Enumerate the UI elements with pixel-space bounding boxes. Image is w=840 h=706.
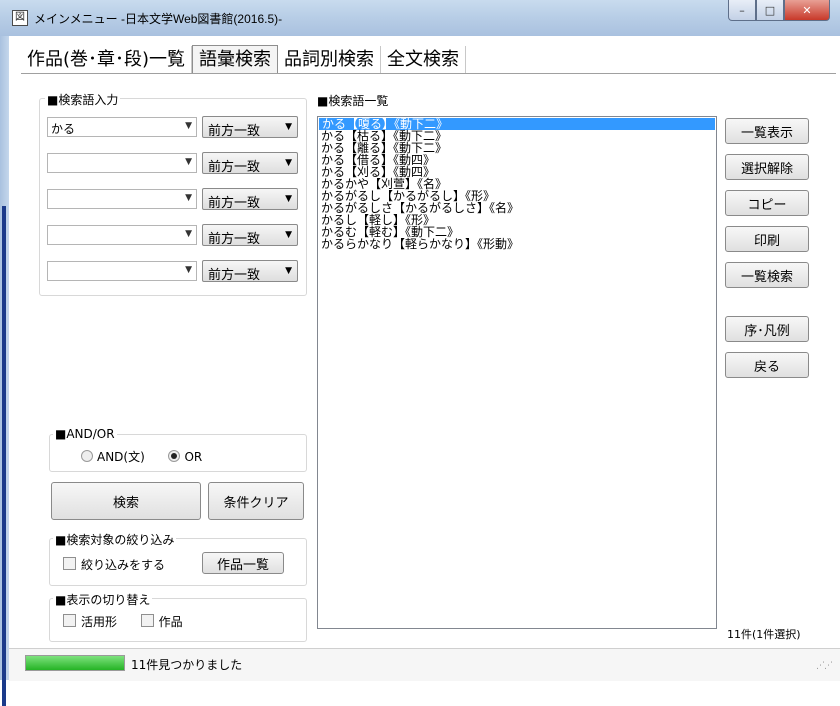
chevron-down-icon: ▼: [285, 122, 292, 132]
clear-conditions-button[interactable]: 条件クリア: [208, 482, 304, 520]
search-term-input-4[interactable]: ▼: [47, 225, 197, 245]
client-area: 作品(巻･章･段)一覧 語彙検索 品詞別検索 全文検索 ■検索語入力 かる ▼ …: [9, 36, 840, 680]
filter-checkbox[interactable]: 絞り込みをする: [63, 556, 165, 573]
title-bar: 図 メインメニュー -日本文学Web図書館(2016.5)- – □ ✕: [0, 0, 840, 37]
checkbox-icon[interactable]: [140, 614, 154, 627]
resize-grip-icon[interactable]: ⋰⋰: [816, 661, 833, 671]
andor-options: AND(文) OR: [81, 448, 202, 465]
radio-or[interactable]: OR: [168, 450, 202, 464]
tab-vocabulary-search[interactable]: 語彙検索: [192, 45, 279, 74]
match-mode-select-5[interactable]: 前方一致 ▼: [202, 260, 298, 283]
search-term-input-3[interactable]: ▼: [47, 189, 197, 209]
status-bar: 11件見つかりました ⋰⋰: [9, 648, 840, 681]
minimize-button[interactable]: –: [728, 0, 756, 21]
maximize-button[interactable]: □: [756, 0, 784, 21]
checkbox-works-label: 作品: [158, 615, 183, 629]
match-mode-value: 前方一致: [208, 232, 261, 247]
window-frame-left: [0, 36, 9, 706]
radio-button-icon[interactable]: [168, 450, 181, 462]
chevron-down-icon[interactable]: ▼: [185, 229, 192, 239]
match-mode-value: 前方一致: [208, 160, 261, 175]
show-list-button[interactable]: 一覧表示: [725, 118, 809, 144]
checkbox-conjugation-label: 活用形: [81, 615, 118, 629]
filter-checkbox-label: 絞り込みをする: [81, 558, 166, 572]
search-button[interactable]: 検索: [51, 482, 201, 520]
chevron-down-icon[interactable]: ▼: [185, 157, 192, 167]
frame-accent: [2, 206, 6, 706]
back-button[interactable]: 戻る: [725, 352, 809, 378]
andor-group-title: ■AND/OR: [53, 427, 117, 441]
match-mode-value: 前方一致: [208, 196, 261, 211]
radio-and[interactable]: AND(文): [81, 450, 145, 464]
window-title: メインメニュー -日本文学Web図書館(2016.5)-: [34, 12, 283, 26]
chevron-down-icon[interactable]: ▼: [185, 121, 192, 131]
copy-button[interactable]: コピー: [725, 190, 809, 216]
search-term-input-1[interactable]: かる ▼: [47, 117, 197, 137]
list-search-button[interactable]: 一覧検索: [725, 262, 809, 288]
tab-underline: [21, 73, 836, 74]
tab-bar: 作品(巻･章･段)一覧 語彙検索 品詞別検索 全文検索: [21, 44, 467, 74]
result-count: 11件(1件選択): [727, 628, 801, 641]
chevron-down-icon: ▼: [285, 158, 292, 168]
checkbox-icon[interactable]: [63, 614, 76, 627]
results-title: ■検索語一覧: [315, 92, 391, 109]
chevron-down-icon[interactable]: ▼: [185, 193, 192, 203]
window-controls: – □ ✕: [728, 0, 830, 22]
close-button[interactable]: ✕: [784, 0, 830, 21]
search-term-input-5[interactable]: ▼: [47, 261, 197, 281]
chevron-down-icon[interactable]: ▼: [185, 265, 192, 275]
checkbox-works[interactable]: 作品: [140, 614, 183, 629]
tab-works-list[interactable]: 作品(巻･章･段)一覧: [21, 46, 193, 74]
search-term-value: かる: [51, 122, 76, 136]
match-mode-value: 前方一致: [208, 268, 261, 283]
status-text: 11件見つかりました: [131, 658, 243, 672]
filter-group-title: ■検索対象の絞り込み: [53, 531, 177, 548]
tab-pos-search[interactable]: 品詞別検索: [278, 46, 382, 74]
list-item[interactable]: かるらかなり【軽らかなり】《形動》: [318, 238, 716, 250]
chevron-down-icon: ▼: [285, 266, 292, 276]
radio-or-label: OR: [184, 450, 203, 464]
match-mode-select-1[interactable]: 前方一致 ▼: [202, 116, 298, 139]
chevron-down-icon: ▼: [285, 230, 292, 240]
deselect-button[interactable]: 選択解除: [725, 154, 809, 180]
print-button[interactable]: 印刷: [725, 226, 809, 252]
tab-fulltext-search[interactable]: 全文検索: [381, 46, 467, 74]
radio-and-label: AND(文): [97, 450, 145, 464]
works-list-button[interactable]: 作品一覧: [202, 552, 284, 574]
checkbox-icon[interactable]: [63, 557, 76, 570]
checkbox-conjugation[interactable]: 活用形: [63, 614, 118, 629]
display-options: 活用形 作品: [63, 613, 183, 630]
search-term-input-2[interactable]: ▼: [47, 153, 197, 173]
app-icon: 図: [12, 10, 28, 26]
input-group-title: ■検索語入力: [45, 91, 121, 108]
preface-legend-button[interactable]: 序･凡例: [725, 316, 809, 342]
results-listbox[interactable]: かる【嗄る】《動下二》 かる【枯る】《動下二》 かる【離る】《動下二》 かる【借…: [317, 116, 717, 629]
display-group-title: ■表示の切り替え: [53, 591, 153, 608]
match-mode-select-4[interactable]: 前方一致 ▼: [202, 224, 298, 247]
progress-bar: [25, 655, 125, 671]
chevron-down-icon: ▼: [285, 194, 292, 204]
progress-fill: [26, 656, 124, 670]
match-mode-select-3[interactable]: 前方一致 ▼: [202, 188, 298, 211]
match-mode-select-2[interactable]: 前方一致 ▼: [202, 152, 298, 175]
match-mode-value: 前方一致: [208, 124, 261, 139]
radio-button-icon[interactable]: [81, 450, 93, 462]
